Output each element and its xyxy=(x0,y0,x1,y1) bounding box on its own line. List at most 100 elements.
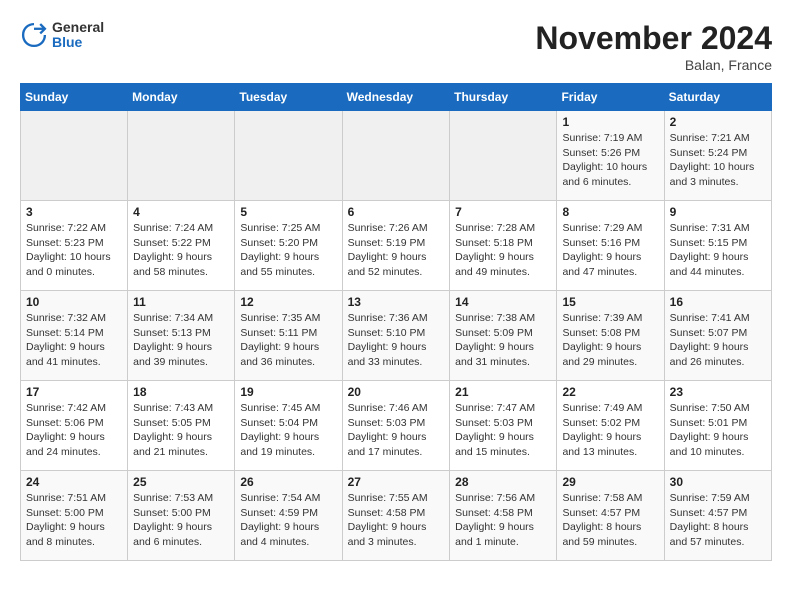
day-info: Sunrise: 7:25 AMSunset: 5:20 PMDaylight:… xyxy=(240,221,336,280)
calendar-cell: 15Sunrise: 7:39 AMSunset: 5:08 PMDayligh… xyxy=(557,291,664,381)
day-info: Sunrise: 7:58 AMSunset: 4:57 PMDaylight:… xyxy=(562,491,658,550)
day-number: 27 xyxy=(348,475,445,489)
day-number: 7 xyxy=(455,205,551,219)
day-number: 9 xyxy=(670,205,766,219)
day-info: Sunrise: 7:41 AMSunset: 5:07 PMDaylight:… xyxy=(670,311,766,370)
page-subtitle: Balan, France xyxy=(535,57,772,73)
day-number: 22 xyxy=(562,385,658,399)
weekday-header-friday: Friday xyxy=(557,84,664,111)
day-number: 2 xyxy=(670,115,766,129)
calendar-header: SundayMondayTuesdayWednesdayThursdayFrid… xyxy=(21,84,772,111)
day-info: Sunrise: 7:50 AMSunset: 5:01 PMDaylight:… xyxy=(670,401,766,460)
day-number: 24 xyxy=(26,475,122,489)
day-info: Sunrise: 7:24 AMSunset: 5:22 PMDaylight:… xyxy=(133,221,229,280)
day-number: 26 xyxy=(240,475,336,489)
calendar-week-1: 3 Sunrise: 7:22 AMSunset: 5:23 PMDaylight… xyxy=(21,201,772,291)
day-info: Sunrise: 7:35 AMSunset: 5:11 PMDaylight:… xyxy=(240,311,336,370)
calendar-cell: 4 Sunrise: 7:24 AMSunset: 5:22 PMDaylight… xyxy=(128,201,235,291)
day-info: Sunrise: 7:26 AMSunset: 5:19 PMDaylight:… xyxy=(348,221,445,280)
day-info: Sunrise: 7:22 AMSunset: 5:23 PMDaylight:… xyxy=(26,221,122,280)
calendar-cell: 27Sunrise: 7:55 AMSunset: 4:58 PMDayligh… xyxy=(342,471,450,561)
day-number: 14 xyxy=(455,295,551,309)
day-info: Sunrise: 7:47 AMSunset: 5:03 PMDaylight:… xyxy=(455,401,551,460)
title-block: November 2024 Balan, France xyxy=(535,20,772,73)
calendar-cell: 6 Sunrise: 7:26 AMSunset: 5:19 PMDaylight… xyxy=(342,201,450,291)
calendar-cell: 20 Sunrise: 7:46 AMSunset: 5:03 PMDayligh… xyxy=(342,381,450,471)
page-header: General Blue November 2024 Balan, France xyxy=(20,20,772,73)
day-info: Sunrise: 7:42 AMSunset: 5:06 PMDaylight:… xyxy=(26,401,122,460)
calendar-cell xyxy=(21,111,128,201)
day-number: 4 xyxy=(133,205,229,219)
day-info: Sunrise: 7:51 AMSunset: 5:00 PMDaylight:… xyxy=(26,491,122,550)
weekday-header-row: SundayMondayTuesdayWednesdayThursdayFrid… xyxy=(21,84,772,111)
day-info: Sunrise: 7:36 AMSunset: 5:10 PMDaylight:… xyxy=(348,311,445,370)
day-number: 20 xyxy=(348,385,445,399)
calendar-cell: 29Sunrise: 7:58 AMSunset: 4:57 PMDayligh… xyxy=(557,471,664,561)
day-number: 1 xyxy=(562,115,658,129)
day-info: Sunrise: 7:59 AMSunset: 4:57 PMDaylight:… xyxy=(670,491,766,550)
calendar-week-0: 1 Sunrise: 7:19 AMSunset: 5:26 PMDaylight… xyxy=(21,111,772,201)
day-number: 30 xyxy=(670,475,766,489)
day-info: Sunrise: 7:28 AMSunset: 5:18 PMDaylight:… xyxy=(455,221,551,280)
day-info: Sunrise: 7:43 AMSunset: 5:05 PMDaylight:… xyxy=(133,401,229,460)
calendar-cell xyxy=(450,111,557,201)
logo-icon xyxy=(20,21,48,49)
day-info: Sunrise: 7:45 AMSunset: 5:04 PMDaylight:… xyxy=(240,401,336,460)
calendar-cell: 3 Sunrise: 7:22 AMSunset: 5:23 PMDaylight… xyxy=(21,201,128,291)
day-number: 19 xyxy=(240,385,336,399)
calendar-cell xyxy=(235,111,342,201)
calendar-week-3: 17 Sunrise: 7:42 AMSunset: 5:06 PMDayligh… xyxy=(21,381,772,471)
day-info: Sunrise: 7:21 AMSunset: 5:24 PMDaylight:… xyxy=(670,131,766,190)
day-info: Sunrise: 7:54 AMSunset: 4:59 PMDaylight:… xyxy=(240,491,336,550)
day-info: Sunrise: 7:31 AMSunset: 5:15 PMDaylight:… xyxy=(670,221,766,280)
day-number: 21 xyxy=(455,385,551,399)
calendar-cell: 23 Sunrise: 7:50 AMSunset: 5:01 PMDayligh… xyxy=(664,381,771,471)
calendar-cell: 14Sunrise: 7:38 AMSunset: 5:09 PMDayligh… xyxy=(450,291,557,381)
calendar-cell: 9 Sunrise: 7:31 AMSunset: 5:15 PMDaylight… xyxy=(664,201,771,291)
calendar-cell: 13 Sunrise: 7:36 AMSunset: 5:10 PMDayligh… xyxy=(342,291,450,381)
day-number: 3 xyxy=(26,205,122,219)
weekday-header-wednesday: Wednesday xyxy=(342,84,450,111)
day-number: 25 xyxy=(133,475,229,489)
day-info: Sunrise: 7:53 AMSunset: 5:00 PMDaylight:… xyxy=(133,491,229,550)
calendar-body: 1 Sunrise: 7:19 AMSunset: 5:26 PMDaylight… xyxy=(21,111,772,561)
calendar-cell xyxy=(128,111,235,201)
day-info: Sunrise: 7:49 AMSunset: 5:02 PMDaylight:… xyxy=(562,401,658,460)
day-info: Sunrise: 7:19 AMSunset: 5:26 PMDaylight:… xyxy=(562,131,658,190)
logo: General Blue xyxy=(20,20,104,51)
calendar-cell: 21 Sunrise: 7:47 AMSunset: 5:03 PMDayligh… xyxy=(450,381,557,471)
day-number: 12 xyxy=(240,295,336,309)
day-info: Sunrise: 7:56 AMSunset: 4:58 PMDaylight:… xyxy=(455,491,551,550)
calendar-cell: 1 Sunrise: 7:19 AMSunset: 5:26 PMDaylight… xyxy=(557,111,664,201)
day-number: 6 xyxy=(348,205,445,219)
weekday-header-sunday: Sunday xyxy=(21,84,128,111)
day-number: 8 xyxy=(562,205,658,219)
day-info: Sunrise: 7:46 AMSunset: 5:03 PMDaylight:… xyxy=(348,401,445,460)
day-number: 23 xyxy=(670,385,766,399)
logo-blue: Blue xyxy=(52,35,104,50)
day-number: 16 xyxy=(670,295,766,309)
day-number: 5 xyxy=(240,205,336,219)
calendar-cell: 19 Sunrise: 7:45 AMSunset: 5:04 PMDayligh… xyxy=(235,381,342,471)
logo-text: General Blue xyxy=(52,20,104,51)
calendar-cell: 5 Sunrise: 7:25 AMSunset: 5:20 PMDaylight… xyxy=(235,201,342,291)
calendar-week-4: 24 Sunrise: 7:51 AMSunset: 5:00 PMDayligh… xyxy=(21,471,772,561)
day-info: Sunrise: 7:29 AMSunset: 5:16 PMDaylight:… xyxy=(562,221,658,280)
weekday-header-saturday: Saturday xyxy=(664,84,771,111)
logo-general: General xyxy=(52,20,104,35)
calendar-cell: 11Sunrise: 7:34 AMSunset: 5:13 PMDayligh… xyxy=(128,291,235,381)
calendar-cell: 17 Sunrise: 7:42 AMSunset: 5:06 PMDayligh… xyxy=(21,381,128,471)
calendar-cell: 12 Sunrise: 7:35 AMSunset: 5:11 PMDayligh… xyxy=(235,291,342,381)
day-number: 28 xyxy=(455,475,551,489)
weekday-header-thursday: Thursday xyxy=(450,84,557,111)
calendar-cell: 26 Sunrise: 7:54 AMSunset: 4:59 PMDayligh… xyxy=(235,471,342,561)
calendar-cell: 18Sunrise: 7:43 AMSunset: 5:05 PMDayligh… xyxy=(128,381,235,471)
day-info: Sunrise: 7:32 AMSunset: 5:14 PMDaylight:… xyxy=(26,311,122,370)
day-number: 11 xyxy=(133,295,229,309)
day-number: 17 xyxy=(26,385,122,399)
weekday-header-tuesday: Tuesday xyxy=(235,84,342,111)
calendar-cell: 8 Sunrise: 7:29 AMSunset: 5:16 PMDaylight… xyxy=(557,201,664,291)
calendar-table: SundayMondayTuesdayWednesdayThursdayFrid… xyxy=(20,83,772,561)
day-number: 13 xyxy=(348,295,445,309)
calendar-cell: 25 Sunrise: 7:53 AMSunset: 5:00 PMDayligh… xyxy=(128,471,235,561)
